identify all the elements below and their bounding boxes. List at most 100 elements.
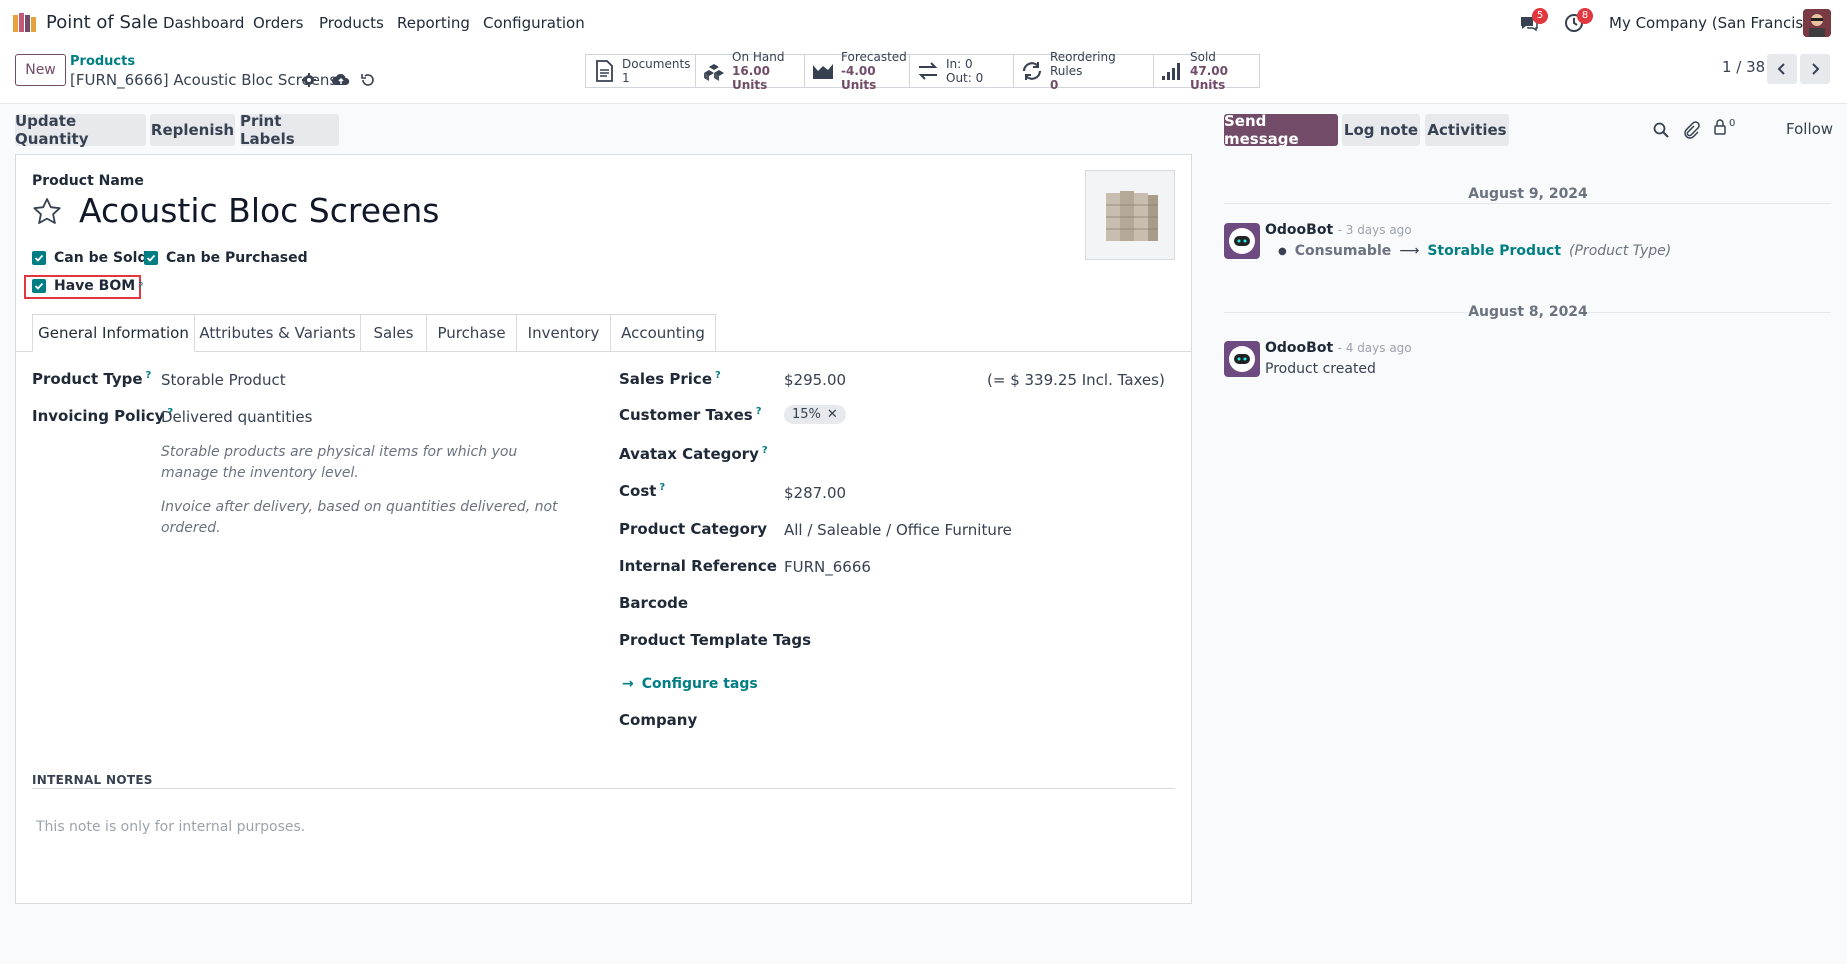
- product-image[interactable]: [1085, 170, 1175, 260]
- internal-notes-divider: [32, 788, 1175, 789]
- cubes-icon: [704, 64, 724, 81]
- author-name[interactable]: OdooBot: [1265, 222, 1333, 238]
- can-be-purchased-checkbox[interactable]: Can be Purchased: [144, 250, 308, 266]
- on-hand-smart-button[interactable]: On Hand 16.00 Units: [695, 50, 805, 92]
- chevron-right-icon: [1812, 63, 1820, 75]
- user-avatar[interactable]: [1803, 9, 1831, 37]
- odoobot-avatar: [1224, 341, 1260, 377]
- activities-icon[interactable]: 8: [1563, 8, 1593, 34]
- barcode-label: Barcode: [619, 594, 689, 612]
- print-labels-button[interactable]: Print Labels: [240, 112, 339, 148]
- reordering-rules-count: 0: [1050, 78, 1059, 92]
- sold-label: Sold: [1190, 50, 1216, 64]
- sales-price-input[interactable]: $295.00: [784, 371, 846, 389]
- tab-accounting[interactable]: Accounting: [611, 314, 716, 352]
- send-message-button[interactable]: Send message: [1224, 112, 1338, 148]
- tax-tag[interactable]: 15% ✕: [784, 405, 846, 424]
- followers-button[interactable]: 0: [1712, 118, 1735, 136]
- help-tooltip-icon[interactable]: ?: [138, 281, 143, 292]
- configure-tags-label: Configure tags: [641, 676, 758, 692]
- tab-general-information[interactable]: General Information: [32, 314, 195, 352]
- author-name[interactable]: OdooBot: [1265, 340, 1333, 356]
- internal-reference-label: Internal Reference: [619, 557, 777, 575]
- configure-tags-link[interactable]: → Configure tags: [622, 676, 758, 692]
- sold-smart-button[interactable]: Sold 47.00 Units: [1153, 50, 1260, 92]
- out-count: Out: 0: [946, 71, 984, 85]
- tab-inventory[interactable]: Inventory: [517, 314, 611, 352]
- document-icon: [596, 60, 613, 82]
- documents-count: 1: [622, 71, 630, 85]
- date-separator: August 9, 2024: [1468, 186, 1588, 202]
- menu-products[interactable]: Products: [319, 14, 384, 32]
- reordering-rules-smart-button[interactable]: Reordering Rules 0: [1013, 50, 1154, 92]
- favorite-star-icon[interactable]: [31, 196, 63, 228]
- arrow-right-icon: ⟶: [1399, 243, 1420, 259]
- activities-badge: 8: [1577, 8, 1593, 24]
- pager-previous-button[interactable]: [1767, 54, 1797, 84]
- product-type-note: Storable products are physical items for…: [161, 444, 518, 481]
- message-header: OdooBot - 3 days ago: [1265, 222, 1412, 238]
- sold-value: 47.00 Units: [1190, 64, 1228, 92]
- chevron-left-icon: [1777, 63, 1785, 75]
- app-name[interactable]: Point of Sale: [46, 12, 158, 33]
- documents-smart-button[interactable]: Documents 1: [585, 54, 696, 88]
- invoicing-policy-label: Invoicing Policy?: [32, 407, 174, 425]
- in-out-smart-button[interactable]: In: 0 Out: 0: [909, 54, 1014, 88]
- gear-icon[interactable]: [301, 72, 317, 88]
- message-time: - 3 days ago: [1337, 223, 1412, 237]
- area-chart-icon: [813, 64, 833, 79]
- internal-notes-editor[interactable]: This note is only for internal purposes.: [36, 819, 305, 835]
- message-time: - 4 days ago: [1337, 341, 1412, 355]
- menu-dashboard[interactable]: Dashboard: [163, 14, 244, 32]
- can-be-sold-checkbox[interactable]: Can be Sold: [32, 250, 147, 266]
- tax-tag-label: 15%: [792, 407, 821, 422]
- invoicing-policy-select[interactable]: Delivered quantities: [161, 408, 312, 426]
- sales-price-label: Sales Price?: [619, 370, 721, 388]
- checkbox-checked-icon: [32, 279, 46, 293]
- record-title: [FURN_6666] Acoustic Bloc Screens: [70, 71, 338, 89]
- internal-reference-input[interactable]: FURN_6666: [784, 558, 871, 576]
- update-quantity-button[interactable]: Update Quantity: [15, 112, 146, 148]
- product-category-select[interactable]: All / Saleable / Office Furniture: [784, 521, 1012, 539]
- pager-value[interactable]: 1 / 38: [1722, 58, 1765, 76]
- log-note-button[interactable]: Log note: [1342, 114, 1420, 146]
- product-name-input[interactable]: Acoustic Bloc Screens: [79, 191, 439, 230]
- signal-bars-icon: [1162, 63, 1180, 80]
- activities-button[interactable]: Activities: [1425, 114, 1509, 146]
- forecasted-smart-button[interactable]: Forecasted -4.00 Units: [804, 50, 910, 92]
- cost-input[interactable]: $287.00: [784, 484, 846, 502]
- product-template-tags-label: Product Template Tags: [619, 631, 812, 649]
- followers-count: 0: [1729, 118, 1736, 129]
- tab-purchase[interactable]: Purchase: [427, 314, 517, 352]
- search-icon[interactable]: [1652, 121, 1670, 139]
- remove-tag-icon[interactable]: ✕: [827, 407, 838, 422]
- tracking-value-row: ● Consumable ⟶ Storable Product (Product…: [1278, 243, 1672, 259]
- on-hand-label: On Hand: [732, 50, 785, 64]
- follow-button[interactable]: Follow: [1786, 120, 1833, 138]
- tab-attributes-variants[interactable]: Attributes & Variants: [195, 314, 361, 352]
- menu-reporting[interactable]: Reporting: [397, 14, 470, 32]
- documents-label: Documents: [622, 57, 691, 71]
- in-count: In: 0: [946, 57, 973, 71]
- replenish-button[interactable]: Replenish: [150, 114, 235, 146]
- pager-next-button[interactable]: [1800, 54, 1830, 84]
- product-category-label: Product Category: [619, 520, 768, 538]
- product-type-select[interactable]: Storable Product: [161, 371, 286, 389]
- tab-sales[interactable]: Sales: [361, 314, 427, 352]
- discard-icon[interactable]: [360, 72, 376, 88]
- menu-orders[interactable]: Orders: [253, 14, 303, 32]
- company-switcher[interactable]: My Company (San Francisco): [1609, 14, 1826, 32]
- date-separator-line: [1224, 203, 1831, 204]
- have-bom-label: Have BOM: [54, 278, 136, 294]
- messages-icon[interactable]: 5: [1518, 8, 1548, 34]
- followers-icon: [1714, 119, 1726, 135]
- new-button[interactable]: New: [15, 54, 66, 86]
- paperclip-icon[interactable]: [1682, 121, 1700, 139]
- invoicing-policy-note: Invoice after delivery, based on quantit…: [161, 499, 558, 536]
- menu-configuration[interactable]: Configuration: [483, 14, 585, 32]
- have-bom-checkbox[interactable]: Have BOM ?: [32, 278, 143, 294]
- save-cloud-icon[interactable]: [332, 72, 350, 88]
- breadcrumb-products[interactable]: Products: [70, 54, 135, 69]
- refresh-icon: [1022, 62, 1042, 80]
- app-logo-icon[interactable]: [12, 12, 38, 34]
